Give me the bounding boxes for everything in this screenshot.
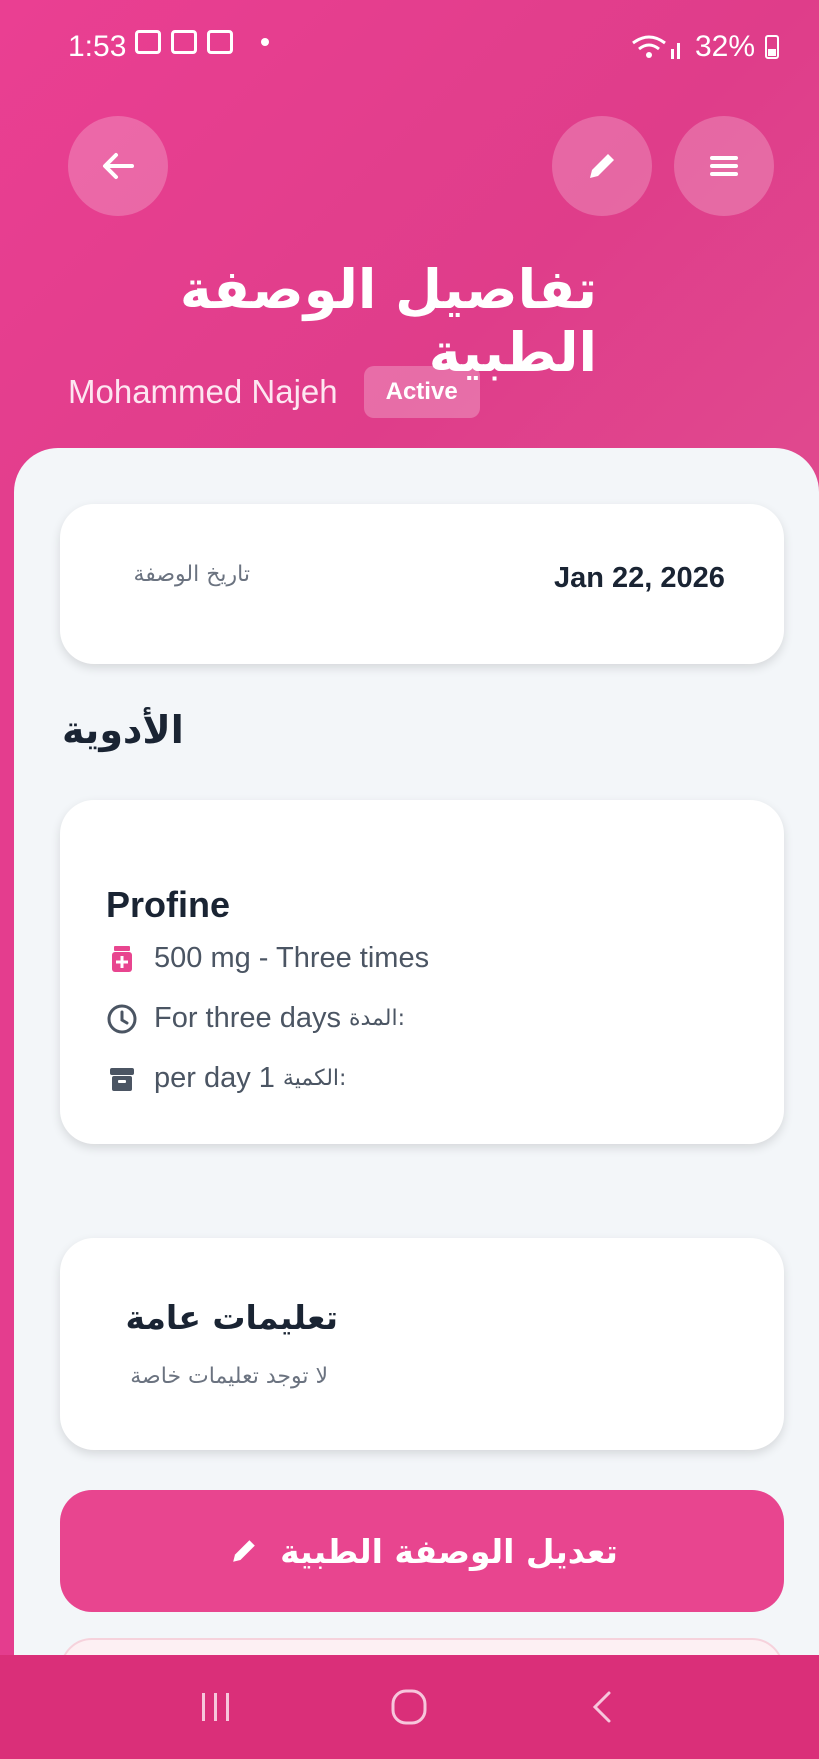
system-icons: 32%	[629, 30, 779, 64]
battery-icon	[765, 35, 779, 59]
medication-name: Profine	[106, 884, 231, 925]
edit-header-button[interactable]	[552, 116, 652, 216]
dosage-row: 500 mg - Three times	[106, 942, 429, 975]
dosage-text: 500 mg - Three times	[154, 942, 430, 974]
quantity-label: الكمية:	[282, 1066, 347, 1091]
battery-percent: 32%	[694, 30, 755, 63]
system-navigation-bar	[0, 1655, 819, 1759]
home-icon[interactable]	[387, 1685, 431, 1729]
quantity-value: per day 1	[154, 1062, 275, 1094]
prescription-date-card: تاريخ الوصفة Jan 22, 2026	[60, 504, 784, 664]
edit-prescription-label: تعديل الوصفة الطبية	[280, 1531, 618, 1571]
patient-row: Mohammed Najeh Active	[68, 366, 480, 418]
pencil-icon	[590, 154, 614, 178]
gallery-icon	[135, 30, 161, 54]
menu-button[interactable]	[674, 116, 774, 216]
more-notifications-icon	[261, 38, 269, 46]
check-icon	[207, 30, 233, 54]
edit-prescription-button[interactable]: تعديل الوصفة الطبية	[60, 1490, 784, 1612]
medication-card[interactable]: Profine 500 mg - Three times For three d…	[60, 800, 784, 1144]
recent-apps-icon[interactable]	[196, 1687, 236, 1727]
status-badge: Active	[363, 366, 480, 418]
date-label: تاريخ الوصفة	[133, 562, 250, 587]
notification-icons	[135, 30, 269, 54]
medicine-bottle-icon	[112, 945, 132, 972]
status-bar: 1:53 32%	[0, 0, 819, 96]
back-button[interactable]	[68, 116, 168, 216]
content-panel: تاريخ الوصفة Jan 22, 2026 الأدوية Profin…	[14, 448, 819, 1688]
duration-label: المدة:	[348, 1006, 406, 1031]
instructions-title: تعليمات عامة	[125, 1298, 338, 1337]
wifi-icon	[632, 35, 680, 59]
archive-box-icon	[110, 1067, 134, 1091]
chevron-left-icon[interactable]	[583, 1687, 623, 1727]
status-time: 1:53	[68, 30, 127, 63]
patient-name: Mohammed Najeh	[68, 373, 338, 410]
duration-value: For three days	[154, 1002, 341, 1034]
quantity-row: per day 1 الكمية:	[106, 1062, 346, 1095]
pencil-icon	[233, 1540, 255, 1562]
instructions-text: لا توجد تعليمات خاصة	[130, 1364, 328, 1389]
arrow-left-icon	[103, 153, 134, 179]
general-instructions-card: تعليمات عامة لا توجد تعليمات خاصة	[60, 1238, 784, 1450]
medications-heading: الأدوية	[62, 708, 184, 752]
hamburger-menu-icon	[710, 156, 738, 176]
date-value: Jan 22, 2026	[554, 562, 725, 594]
duration-row: For three days المدة:	[106, 1002, 405, 1035]
device-icon	[171, 30, 197, 54]
clock-icon	[107, 1004, 137, 1033]
